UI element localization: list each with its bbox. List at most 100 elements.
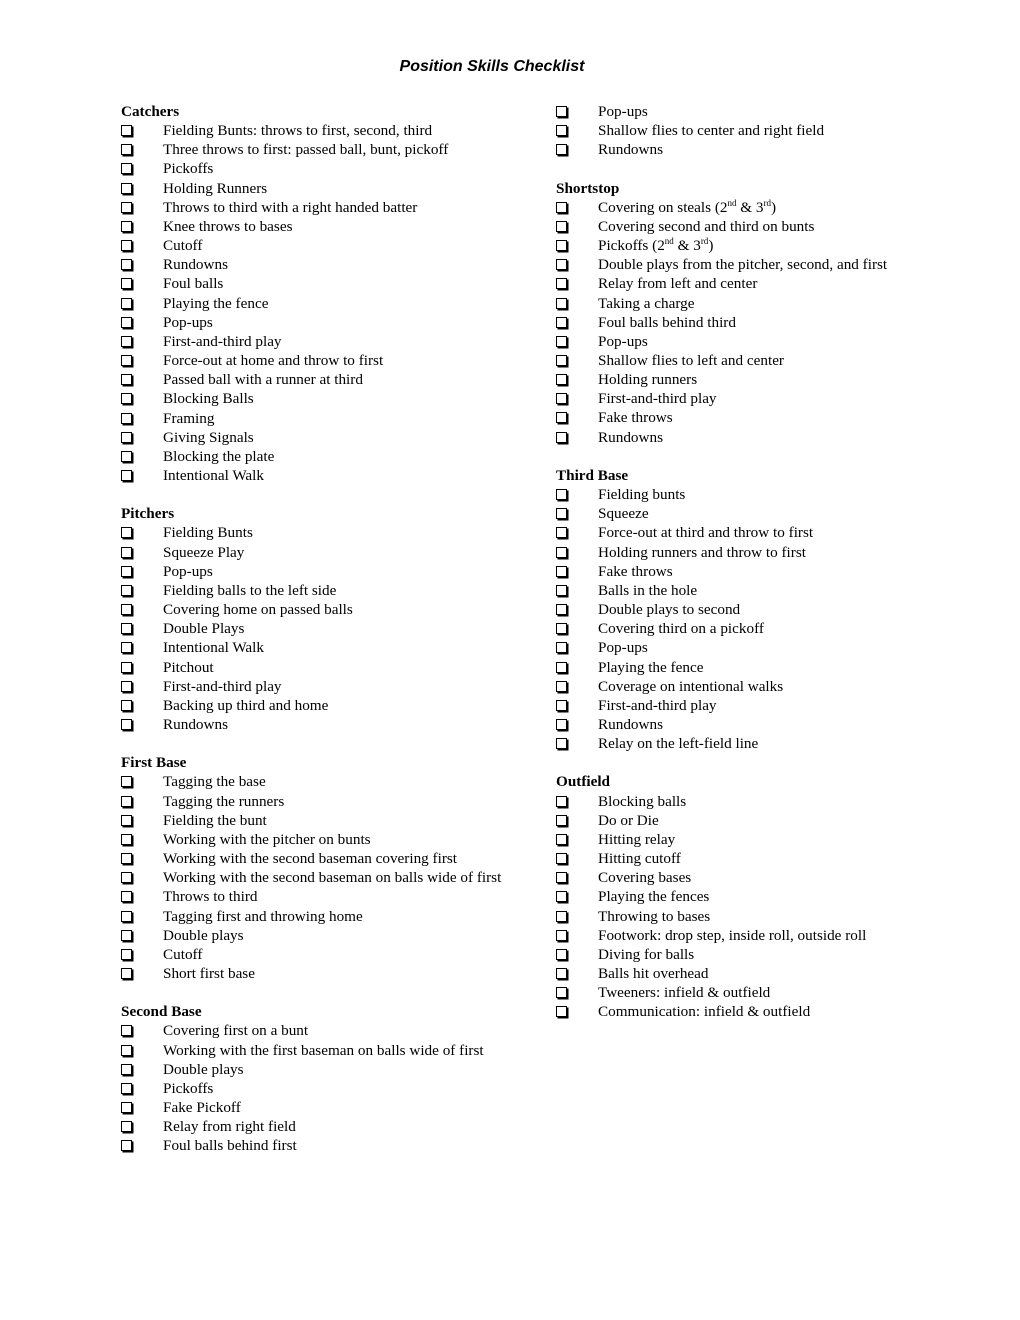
checklist-item: Intentional Walk — [121, 638, 521, 657]
checkbox-icon[interactable] — [121, 1044, 132, 1056]
checkbox-icon[interactable] — [556, 987, 567, 999]
checkbox-icon[interactable] — [121, 699, 132, 711]
checklist-item-label: First-and-third play — [163, 677, 282, 695]
checkbox-icon[interactable] — [121, 680, 132, 692]
checkbox-icon[interactable] — [556, 833, 567, 845]
checkbox-icon[interactable] — [121, 584, 132, 596]
checkbox-icon[interactable] — [121, 661, 132, 673]
checkbox-icon[interactable] — [121, 240, 132, 252]
checkbox-icon[interactable] — [556, 297, 567, 309]
checkbox-icon[interactable] — [556, 259, 567, 271]
checkbox-icon[interactable] — [556, 584, 567, 596]
checkbox-icon[interactable] — [121, 1140, 132, 1152]
checkbox-icon[interactable] — [556, 393, 567, 405]
checkbox-icon[interactable] — [121, 374, 132, 386]
checkbox-icon[interactable] — [556, 278, 567, 290]
checkbox-icon[interactable] — [556, 910, 567, 922]
checkbox-icon[interactable] — [121, 1121, 132, 1133]
checkbox-icon[interactable] — [556, 699, 567, 711]
checkbox-icon[interactable] — [121, 527, 132, 539]
checkbox-icon[interactable] — [556, 661, 567, 673]
checkbox-icon[interactable] — [121, 297, 132, 309]
checkbox-icon[interactable] — [556, 853, 567, 865]
checkbox-icon[interactable] — [121, 910, 132, 922]
checkbox-icon[interactable] — [556, 718, 567, 730]
checkbox-icon[interactable] — [556, 489, 567, 501]
checkbox-icon[interactable] — [556, 431, 567, 443]
checkbox-icon[interactable] — [121, 565, 132, 577]
checkbox-icon[interactable] — [556, 374, 567, 386]
checklist-item-label: Squeeze — [598, 505, 649, 523]
checkbox-icon[interactable] — [121, 450, 132, 462]
checklist-item-label: Relay from left and center — [598, 275, 758, 293]
checkbox-icon[interactable] — [556, 967, 567, 979]
section-heading: Shortstop — [556, 179, 620, 197]
checkbox-icon[interactable] — [556, 795, 567, 807]
checkbox-icon[interactable] — [556, 144, 567, 156]
checkbox-icon[interactable] — [556, 604, 567, 616]
checkbox-icon[interactable] — [121, 431, 132, 443]
checkbox-icon[interactable] — [121, 144, 132, 156]
checkbox-icon[interactable] — [121, 604, 132, 616]
checkbox-icon[interactable] — [556, 891, 567, 903]
checkbox-icon[interactable] — [121, 623, 132, 635]
checkbox-icon[interactable] — [556, 527, 567, 539]
checkbox-icon[interactable] — [121, 1063, 132, 1075]
checkbox-icon[interactable] — [121, 1025, 132, 1037]
checkbox-icon[interactable] — [121, 718, 132, 730]
checkbox-icon[interactable] — [121, 163, 132, 175]
checklist-item: Holding Runners — [121, 179, 521, 198]
checkbox-icon[interactable] — [556, 412, 567, 424]
checkbox-icon[interactable] — [556, 1006, 567, 1018]
checkbox-icon[interactable] — [556, 106, 567, 117]
checkbox-icon[interactable] — [556, 642, 567, 654]
checkbox-icon[interactable] — [121, 259, 132, 271]
checkbox-icon[interactable] — [121, 1102, 132, 1114]
checklist-item: Fake throws — [556, 562, 906, 581]
checkbox-icon[interactable] — [121, 278, 132, 290]
checkbox-icon[interactable] — [556, 546, 567, 558]
checkbox-icon[interactable] — [121, 929, 132, 941]
checkbox-icon[interactable] — [121, 795, 132, 807]
checkbox-icon[interactable] — [121, 853, 132, 865]
checkbox-icon[interactable] — [556, 929, 567, 941]
checkbox-icon[interactable] — [121, 948, 132, 960]
checkbox-icon[interactable] — [121, 814, 132, 826]
checkbox-icon[interactable] — [121, 968, 132, 979]
checkbox-icon[interactable] — [121, 1082, 132, 1094]
checkbox-icon[interactable] — [121, 469, 132, 481]
checkbox-icon[interactable] — [121, 220, 132, 232]
checkbox-icon[interactable] — [556, 335, 567, 347]
checkbox-icon[interactable] — [556, 623, 567, 635]
checkbox-icon[interactable] — [121, 182, 132, 194]
checkbox-icon[interactable] — [556, 680, 567, 692]
checkbox-icon[interactable] — [556, 948, 567, 960]
checklist-item: Pop-ups — [556, 638, 906, 657]
checkbox-icon[interactable] — [121, 891, 132, 903]
checkbox-icon[interactable] — [556, 814, 567, 826]
checkbox-icon[interactable] — [121, 201, 132, 213]
checkbox-icon[interactable] — [556, 220, 567, 232]
checkbox-icon[interactable] — [556, 125, 567, 137]
checkbox-icon[interactable] — [121, 393, 132, 405]
checkbox-icon[interactable] — [556, 872, 567, 884]
checkbox-icon[interactable] — [556, 508, 567, 520]
checkbox-icon[interactable] — [121, 125, 132, 137]
checkbox-icon[interactable] — [121, 642, 132, 654]
checkbox-icon[interactable] — [121, 833, 132, 845]
checkbox-icon[interactable] — [121, 546, 132, 558]
checkbox-icon[interactable] — [121, 316, 132, 328]
checkbox-icon[interactable] — [121, 412, 132, 424]
checkbox-icon[interactable] — [556, 355, 567, 367]
checkbox-icon[interactable] — [556, 240, 567, 252]
checkbox-icon[interactable] — [121, 776, 132, 788]
checkbox-icon[interactable] — [121, 335, 132, 347]
checkbox-icon[interactable] — [556, 565, 567, 577]
checkbox-icon[interactable] — [121, 872, 132, 884]
checkbox-icon[interactable] — [556, 316, 567, 328]
checkbox-icon[interactable] — [556, 201, 567, 213]
checkbox-icon[interactable] — [121, 355, 132, 367]
checklist-item-label: Giving Signals — [163, 428, 254, 446]
checkbox-icon[interactable] — [556, 738, 567, 750]
